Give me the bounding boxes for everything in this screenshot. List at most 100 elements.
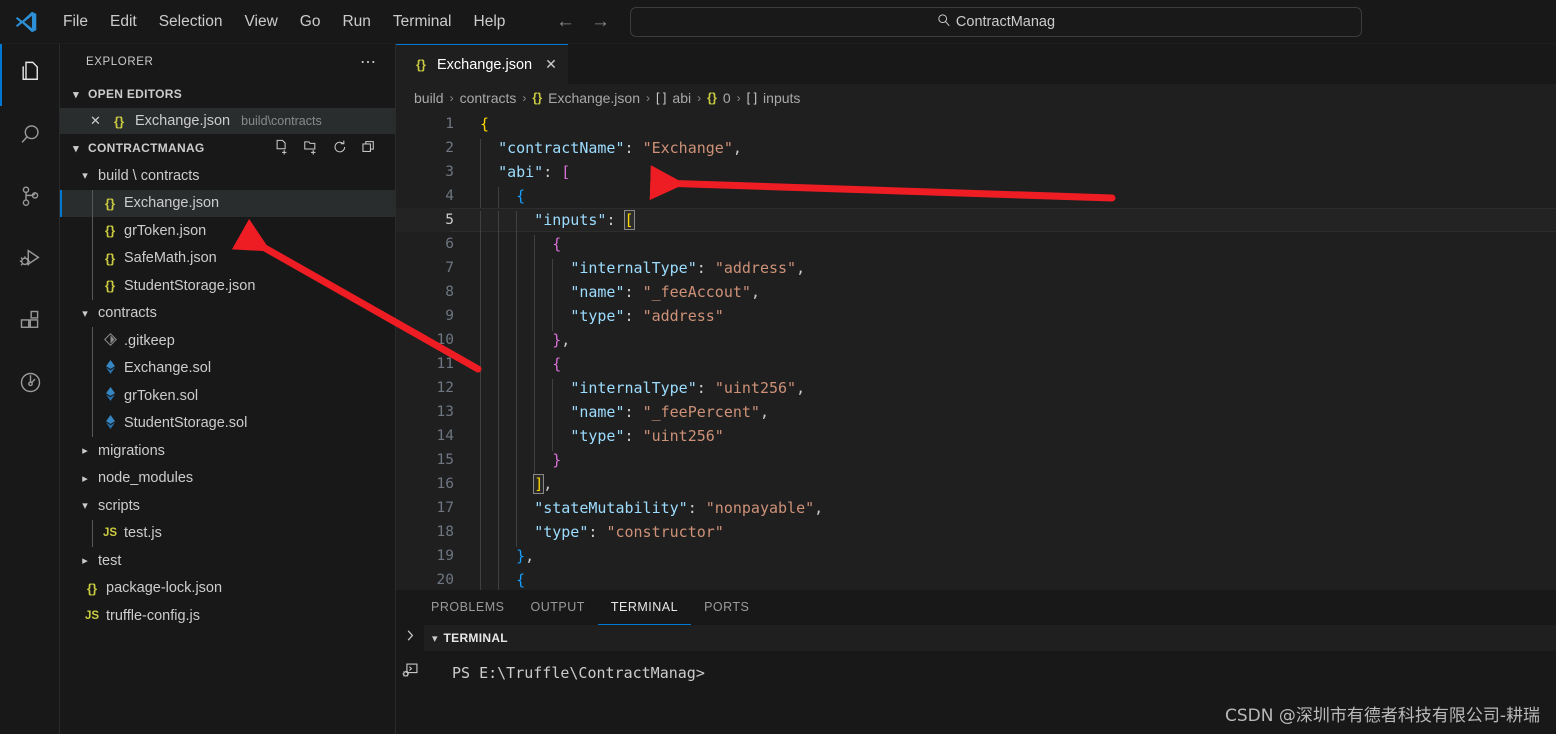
code-line-9[interactable]: 9 "type": "address" — [396, 304, 1556, 331]
tree-row-label: test.js — [124, 525, 162, 542]
line-content: }, — [468, 547, 534, 571]
tree-row-gitkeep[interactable]: .gitkeep — [60, 327, 395, 355]
menu-view[interactable]: View — [233, 8, 288, 36]
line-number: 11 — [436, 356, 454, 372]
code-line-8[interactable]: 8 "name": "_feeAccout", — [396, 280, 1556, 307]
tree-row-scripts[interactable]: ▾ scripts — [60, 492, 395, 520]
arrow-right-icon[interactable]: → — [591, 12, 610, 31]
activitybar-item-search[interactable] — [0, 106, 60, 168]
tree-row-safemath-json[interactable]: {} SafeMath.json — [60, 244, 395, 272]
panel-tab-terminal[interactable]: TERMINAL — [597, 590, 692, 625]
tree-row-exchange-json[interactable]: {} Exchange.json — [60, 189, 395, 217]
section-project-contractmanag[interactable]: ▾ CONTRACTMANAG — [60, 134, 395, 162]
panel-tab-problems[interactable]: PROBLEMS — [418, 590, 517, 625]
terminal-output[interactable]: PS E:\Truffle\ContractManag> — [424, 651, 1556, 682]
menu-terminal[interactable]: Terminal — [382, 8, 463, 36]
refresh-icon[interactable] — [332, 139, 348, 158]
code-line-12[interactable]: 12 "internalType": "uint256", — [396, 376, 1556, 403]
terminal-debug-icon[interactable] — [402, 662, 419, 684]
collapse-all-icon[interactable] — [361, 139, 377, 158]
code-line-16[interactable]: 16 ], — [396, 472, 1556, 499]
chevron-down-icon[interactable]: ▾ — [77, 307, 93, 320]
menu-bar: File Edit Selection View Go Run Terminal… — [52, 8, 516, 36]
code-line-18[interactable]: 18 "type": "constructor" — [396, 520, 1556, 547]
js-icon: JS — [102, 527, 118, 540]
code-line-15[interactable]: 15 } — [396, 448, 1556, 475]
ellipsis-icon[interactable]: ⋯ — [360, 52, 377, 72]
sidebar-title: EXPLORER — [86, 56, 154, 68]
code-line-11[interactable]: 11 { — [396, 352, 1556, 379]
menu-file[interactable]: File — [52, 8, 99, 36]
tab-exchange-json[interactable]: {} Exchange.json ✕ — [396, 44, 568, 84]
code-line-5[interactable]: 5 "inputs": [ — [396, 208, 1556, 235]
tree-row-build-contracts[interactable]: ▾ build \ contracts — [60, 162, 395, 190]
tree-row-migrations[interactable]: ▸ migrations — [60, 437, 395, 465]
code-line-17[interactable]: 17 "stateMutability": "nonpayable", — [396, 496, 1556, 523]
code-line-3[interactable]: 3 "abi": [ — [396, 160, 1556, 187]
breadcrumb-item-0[interactable]: 0 — [723, 90, 731, 106]
tree-row-label: node_modules — [98, 470, 194, 487]
breadcrumb-item-inputs[interactable]: inputs — [763, 90, 800, 106]
tree-row-truffle-config-js[interactable]: JS truffle-config.js — [60, 602, 395, 630]
new-file-icon[interactable] — [274, 139, 290, 158]
code-editor[interactable]: 1{2 "contractName": "Exchange", 3 "abi": … — [396, 112, 1556, 590]
code-line-10[interactable]: 10 }, — [396, 328, 1556, 355]
code-line-1[interactable]: 1{ — [396, 112, 1556, 136]
breadcrumb-item-exchange-json[interactable]: Exchange.json — [548, 90, 640, 106]
new-folder-icon[interactable] — [303, 139, 319, 158]
code-line-20[interactable]: 20 { — [396, 568, 1556, 590]
activitybar-item-run-and-debug[interactable] — [0, 230, 60, 292]
arrow-left-icon[interactable]: ← — [556, 12, 575, 31]
menu-edit[interactable]: Edit — [99, 8, 148, 36]
tree-row-grtoken-sol[interactable]: grToken.sol — [60, 382, 395, 410]
line-content: { — [468, 571, 525, 590]
breadcrumb-item-contracts[interactable]: contracts — [460, 90, 517, 106]
code-line-7[interactable]: 7 "internalType": "address", — [396, 256, 1556, 283]
tree-row-node-modules[interactable]: ▸ node_modules — [60, 465, 395, 493]
tree-row-studentstorage-sol[interactable]: StudentStorage.sol — [60, 409, 395, 437]
search-input[interactable]: ContractManag — [630, 7, 1362, 37]
code-line-6[interactable]: 6 { — [396, 232, 1556, 259]
terminal-prompt-line: PS E:\Truffle\ContractManag> — [452, 664, 705, 682]
open-editor-row-exchange-json[interactable]: ✕ {} Exchange.json build\contracts — [60, 108, 395, 134]
tree-row-test[interactable]: ▸ test — [60, 547, 395, 575]
close-icon[interactable]: ✕ — [545, 56, 557, 73]
code-line-19[interactable]: 19 }, — [396, 544, 1556, 571]
line-content: "inputs": [ — [468, 210, 635, 235]
section-open-editors-label: OPEN EDITORS — [88, 87, 183, 101]
tree-row-package-lock-json[interactable]: {} package-lock.json — [60, 575, 395, 603]
tree-row-exchange-sol[interactable]: Exchange.sol — [60, 354, 395, 382]
tree-row-studentstorage-json[interactable]: {} StudentStorage.json — [60, 272, 395, 300]
chevron-down-icon[interactable]: ▾ — [77, 169, 93, 182]
tree-row-test-js[interactable]: JS test.js — [60, 519, 395, 547]
code-line-4[interactable]: 4 { — [396, 184, 1556, 211]
menu-help[interactable]: Help — [463, 8, 517, 36]
menu-selection[interactable]: Selection — [148, 8, 234, 36]
code-line-14[interactable]: 14 "type": "uint256" — [396, 424, 1556, 451]
chevron-down-icon[interactable]: ▾ — [432, 632, 438, 645]
chevron-right-icon[interactable]: ▸ — [77, 472, 93, 485]
activitybar-item-source-control[interactable] — [0, 168, 60, 230]
panel-tab-ports[interactable]: PORTS — [691, 590, 762, 625]
line-content: } — [468, 451, 561, 475]
solidity-icon — [101, 414, 119, 432]
activitybar-item-explorer[interactable] — [0, 44, 60, 106]
menu-go[interactable]: Go — [289, 8, 332, 36]
chevron-down-icon[interactable]: ▾ — [77, 499, 93, 512]
activitybar-item-testing[interactable] — [0, 354, 60, 416]
tree-row-grtoken-json[interactable]: {} grToken.json — [60, 217, 395, 245]
tree-row-contracts[interactable]: ▾ contracts — [60, 300, 395, 328]
chevron-right-icon[interactable]: ▸ — [77, 554, 93, 567]
chevron-right-icon[interactable]: ▸ — [77, 444, 93, 457]
chevron-right-icon[interactable] — [403, 628, 418, 648]
panel-tab-output[interactable]: OUTPUT — [517, 590, 597, 625]
section-open-editors[interactable]: ▾ OPEN EDITORS — [60, 80, 395, 108]
menu-run[interactable]: Run — [331, 8, 381, 36]
code-line-2[interactable]: 2 "contractName": "Exchange", — [396, 136, 1556, 163]
breadcrumb-item-build[interactable]: build — [414, 90, 444, 106]
close-icon[interactable]: ✕ — [90, 113, 103, 129]
section-project-label: CONTRACTMANAG — [88, 141, 205, 155]
code-line-13[interactable]: 13 "name": "_feePercent", — [396, 400, 1556, 427]
breadcrumb-item-abi[interactable]: abi — [672, 90, 691, 106]
activitybar-item-extensions[interactable] — [0, 292, 60, 354]
